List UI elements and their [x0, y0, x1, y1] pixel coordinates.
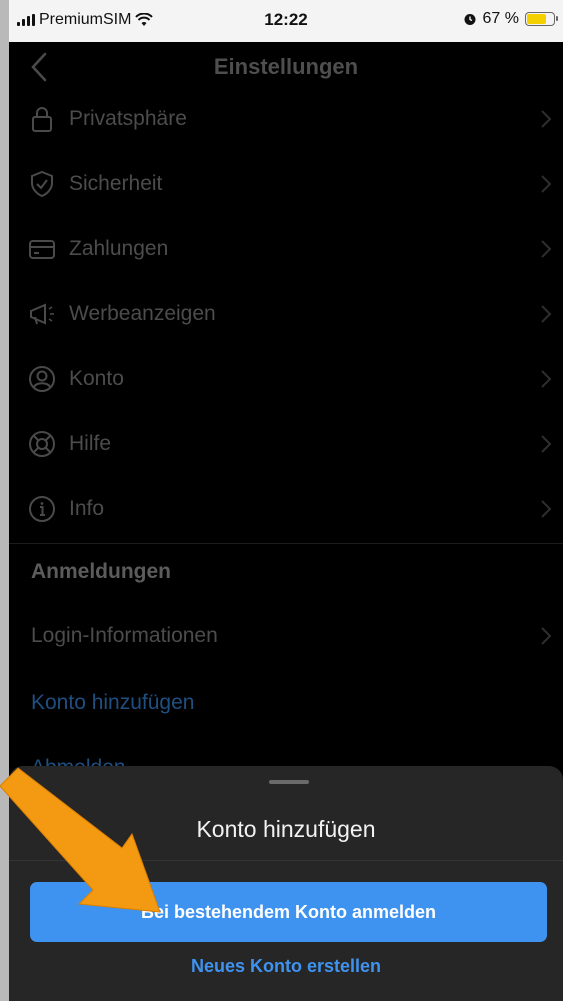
battery-icon — [525, 12, 558, 26]
menu-item-label: Werbeanzeigen — [69, 301, 216, 325]
create-new-account-link[interactable]: Neues Konto erstellen — [9, 956, 563, 977]
sheet-drag-handle[interactable] — [269, 780, 309, 784]
credit-card-icon — [29, 239, 55, 259]
chevron-right-icon — [541, 174, 552, 193]
menu-item-privacy[interactable]: Privatsphäre — [9, 86, 563, 151]
alarm-icon — [464, 14, 476, 25]
menu-item-info[interactable]: Info — [9, 476, 563, 541]
chevron-right-icon — [541, 304, 552, 323]
chevron-right-icon — [541, 499, 552, 518]
chevron-right-icon — [541, 109, 552, 128]
menu-item-label: Info — [69, 496, 105, 520]
shield-check-icon — [31, 170, 53, 197]
megaphone-icon — [30, 302, 54, 325]
chevron-right-icon — [541, 369, 552, 388]
menu-item-security[interactable]: Sicherheit — [9, 151, 563, 216]
battery-info: 67 % — [463, 10, 558, 28]
info-icon — [29, 495, 55, 522]
divider — [9, 860, 563, 861]
menu-item-account[interactable]: Konto — [9, 346, 563, 411]
page-title: Einstellungen — [213, 54, 359, 79]
lifebuoy-icon — [29, 430, 55, 457]
lock-icon — [32, 106, 52, 132]
menu-item-label: Zahlungen — [69, 236, 169, 260]
chevron-right-icon — [541, 239, 552, 258]
add-account-label: Konto hinzufügen — [31, 691, 195, 714]
chevron-right-icon — [541, 627, 552, 645]
divider — [9, 543, 563, 544]
add-account-link[interactable]: Konto hinzufügen — [9, 673, 563, 733]
account-circle-icon — [29, 365, 55, 392]
add-account-sheet: Konto hinzufügen Bei bestehendem Konto a… — [9, 766, 563, 1001]
login-info-label: Login-Informationen — [31, 624, 218, 647]
header: Einstellungen — [9, 42, 563, 92]
battery-level — [527, 14, 546, 24]
menu-item-label: Sicherheit — [69, 171, 163, 195]
sheet-title: Konto hinzufügen — [196, 816, 376, 842]
menu-item-label: Hilfe — [69, 431, 112, 455]
menu-item-label: Konto — [69, 366, 124, 390]
status-bar: PremiumSIM 12:22 67 % — [9, 0, 563, 42]
settings-menu: Privatsphäre Sicherheit Zahlungen Werbea… — [9, 86, 563, 544]
menu-item-help[interactable]: Hilfe — [9, 411, 563, 476]
menu-item-label: Privatsphäre — [69, 106, 187, 130]
menu-item-payments[interactable]: Zahlungen — [9, 216, 563, 281]
menu-item-ads[interactable]: Werbeanzeigen — [9, 281, 563, 346]
chevron-right-icon — [541, 434, 552, 453]
section-title-logins: Anmeldungen — [31, 560, 171, 583]
login-existing-account-button[interactable]: Bei bestehendem Konto anmelden — [30, 882, 547, 942]
battery-percent: 67 % — [482, 10, 519, 27]
phone-screen: PremiumSIM 12:22 67 % Einstellungen Priv… — [9, 0, 563, 1001]
login-info-row[interactable]: Login-Informationen — [9, 606, 563, 666]
